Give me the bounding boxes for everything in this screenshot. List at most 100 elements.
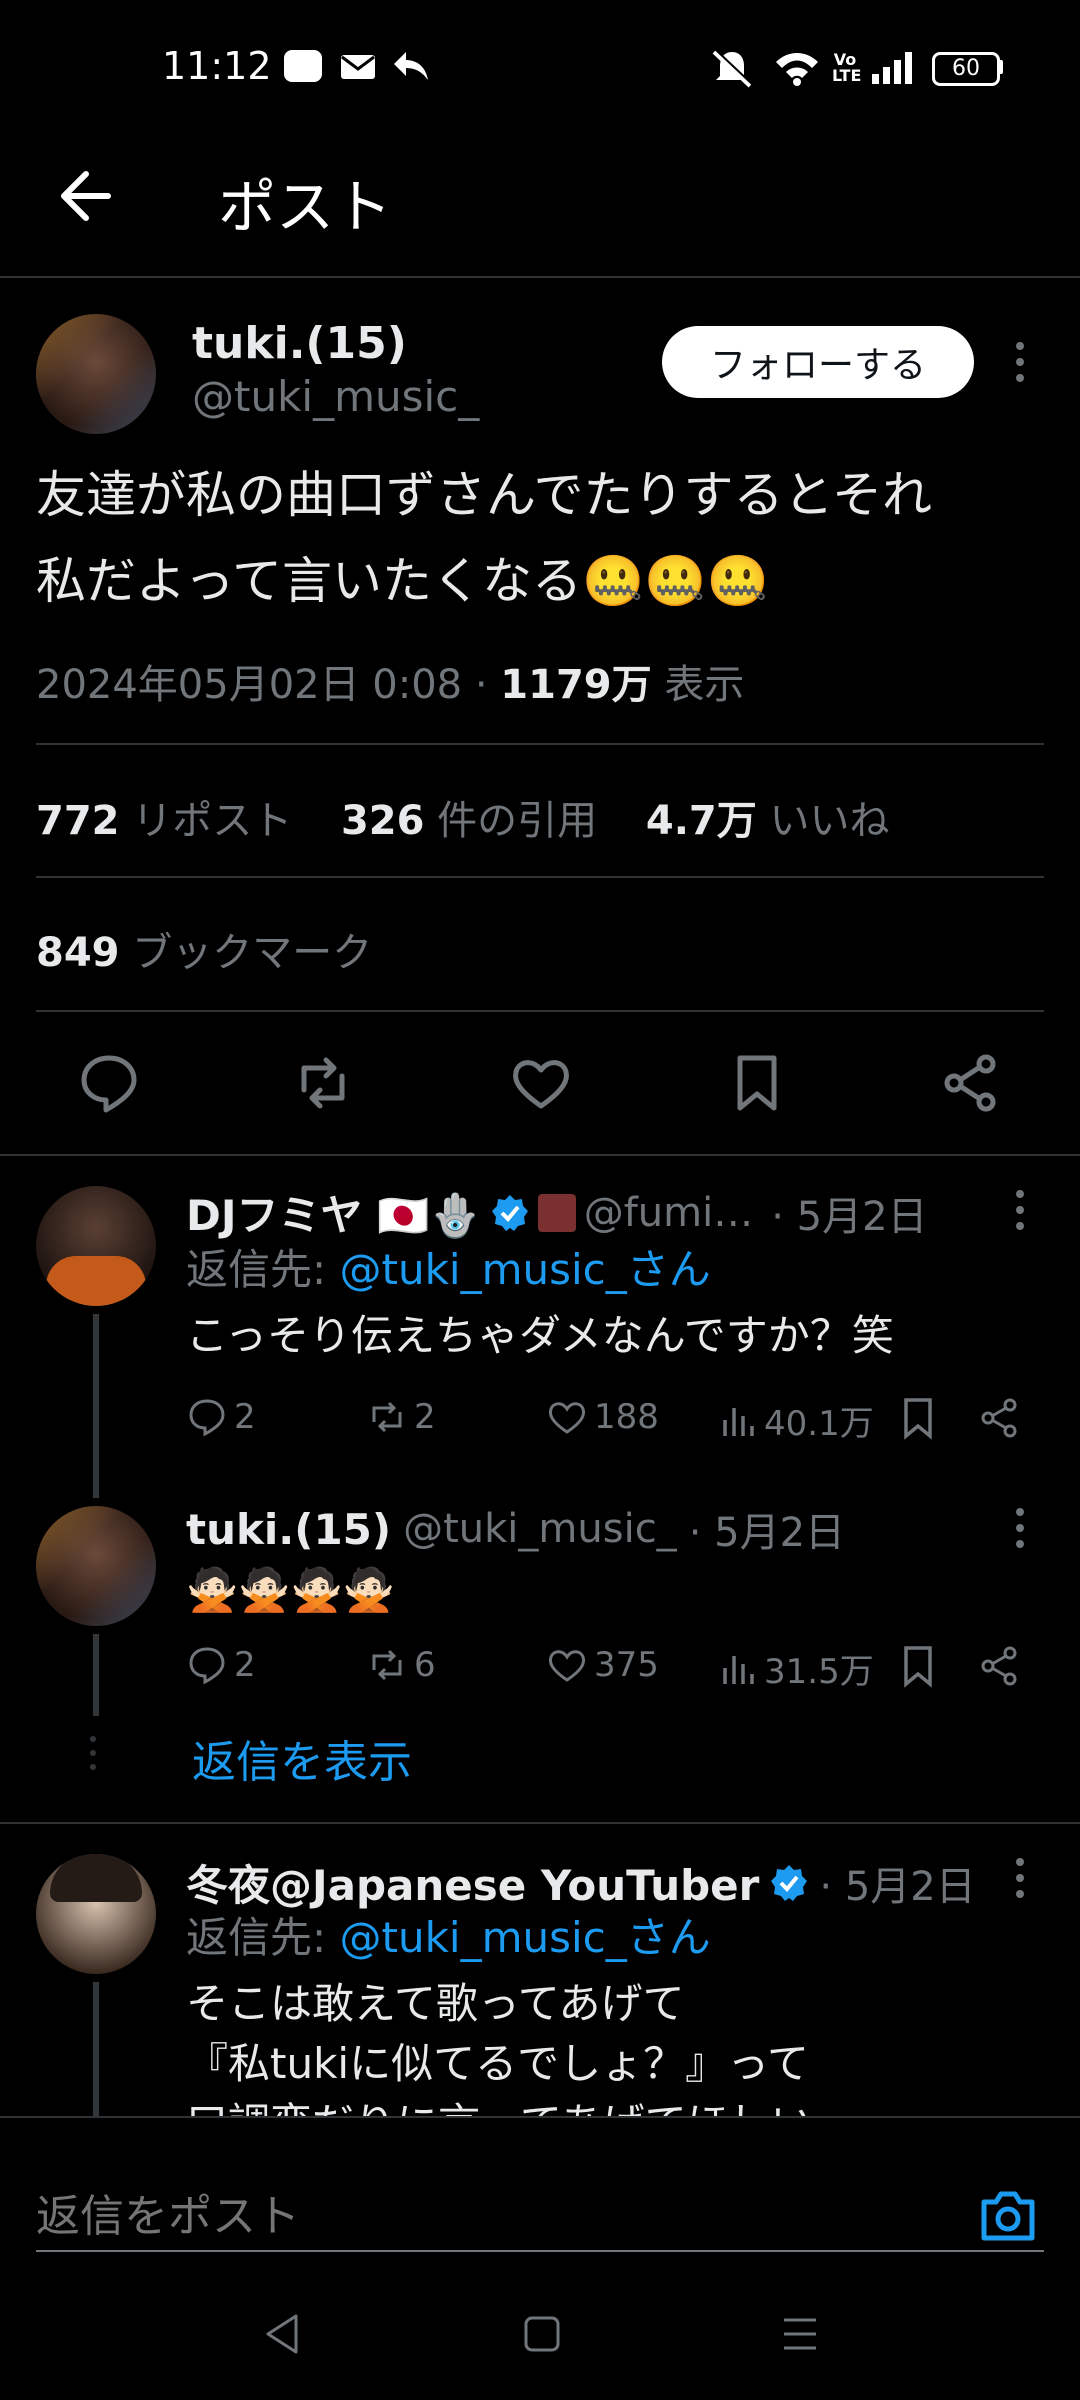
more-options-icon[interactable] — [1010, 340, 1030, 384]
reply-to: 返信先: @tuki_music_さん — [186, 1913, 711, 1962]
bookmark-icon[interactable] — [898, 1644, 938, 1688]
status-bar: 11:12 Vo LTE 60 — [0, 0, 1080, 140]
reply-author-name[interactable]: 冬夜@Japanese YouTuber — [186, 1852, 759, 1913]
divider — [36, 876, 1044, 878]
volte-label: Vo LTE — [832, 50, 862, 85]
nav-home-icon[interactable] — [522, 2314, 562, 2354]
reply-time[interactable]: · 5月2日 — [771, 1184, 927, 1242]
bookmarks-stat[interactable]: 849 ブックマーク — [36, 920, 372, 978]
analytics-icon — [723, 1407, 754, 1436]
like-icon[interactable] — [508, 1050, 574, 1116]
reply-count[interactable]: 2 — [186, 1396, 256, 1438]
reply-time[interactable]: · 5月2日 — [819, 1854, 975, 1912]
reply-avatar[interactable] — [36, 1854, 156, 1974]
share-icon[interactable] — [938, 1050, 1004, 1116]
thread-line — [93, 1634, 99, 1716]
reply-to-link[interactable]: @tuki_music_さん — [340, 1913, 711, 1962]
share-icon[interactable] — [978, 1396, 1022, 1440]
divider — [0, 1822, 1080, 1824]
status-time: 11:12 — [162, 44, 272, 88]
mute-icon — [712, 49, 753, 88]
reply-icon — [189, 1647, 225, 1685]
show-replies-link[interactable]: 返信を表示 — [192, 1726, 412, 1790]
reply-header: 冬夜@Japanese YouTuber · 5月2日 — [186, 1852, 976, 1913]
reply-icon — [189, 1399, 225, 1437]
more-options-icon[interactable] — [1010, 1188, 1030, 1232]
more-options-icon[interactable] — [1010, 1856, 1030, 1900]
post-emoji: 🤐🤐🤐 — [582, 552, 769, 610]
like-icon — [548, 1650, 586, 1682]
reply-avatar[interactable] — [36, 1186, 156, 1306]
reply-input[interactable] — [36, 2186, 936, 2246]
quotes-stat[interactable]: 326 件の引用 — [341, 798, 597, 844]
post-text-line1: 友達が私の曲口ずさんでたりするとそれ — [36, 466, 932, 524]
reply-author-handle[interactable]: @fumi… — [584, 1190, 754, 1236]
mail-icon — [341, 55, 375, 79]
share-icon[interactable] — [978, 1644, 1022, 1688]
page-title: ポスト — [218, 173, 393, 241]
repost-icon — [372, 1649, 402, 1681]
verified-badge-icon — [771, 1864, 808, 1901]
back-arrow-icon[interactable] — [56, 168, 112, 224]
reply-count[interactable]: 2 — [186, 1644, 256, 1686]
nav-menu-icon[interactable] — [780, 2316, 820, 2352]
thread-line — [93, 1314, 99, 1498]
like-icon — [548, 1402, 586, 1434]
author-name[interactable]: tuki.(15) — [192, 318, 407, 369]
divider — [0, 1154, 1080, 1156]
reply-arrow-icon — [394, 52, 428, 80]
reply-author-name[interactable]: DJフミヤ 🇯🇵🪬 — [186, 1182, 482, 1243]
repost-count[interactable]: 2 — [366, 1396, 436, 1438]
verified-badge-icon — [491, 1194, 528, 1231]
likes-stat[interactable]: 4.7万 いいね — [646, 798, 890, 844]
repost-count[interactable]: 6 — [366, 1644, 436, 1686]
reply-to-link[interactable]: @tuki_music_さん — [340, 1245, 711, 1294]
bookmark-icon[interactable] — [898, 1396, 938, 1440]
like-count[interactable]: 375 — [546, 1644, 659, 1686]
view-count[interactable]: 40.1万 — [720, 1396, 874, 1445]
engagement-stats: 772 リポスト 326 件の引用 4.7万 いいね — [36, 788, 889, 846]
post-text: 友達が私の曲口ずさんでたりするとそれ 私だよって言いたくなる🤐🤐🤐 — [36, 452, 1046, 624]
like-count[interactable]: 188 — [546, 1396, 659, 1438]
nav-back-icon[interactable] — [262, 2312, 302, 2356]
post-meta: 2024年05月02日 0:08 · 1179万 表示 — [36, 652, 744, 710]
follow-button[interactable]: フォローする — [662, 326, 974, 398]
post-views-label: 表示 — [651, 662, 745, 708]
thread-dots — [90, 1736, 98, 1770]
reply-text: こっそり伝えちゃダメなんですか？笑 — [186, 1311, 894, 1360]
repost-icon[interactable] — [290, 1050, 356, 1116]
composer-underline — [36, 2250, 1044, 2252]
view-count[interactable]: 31.5万 — [720, 1644, 874, 1693]
reply-avatar[interactable] — [36, 1506, 156, 1626]
divider — [36, 1010, 1044, 1012]
reply-icon[interactable] — [76, 1050, 142, 1116]
post-date[interactable]: 2024年05月02日 0:08 · — [36, 662, 500, 708]
post-views: 1179万 — [500, 662, 652, 708]
camera-icon[interactable] — [978, 2188, 1038, 2244]
reposts-stat[interactable]: 772 リポスト — [36, 798, 292, 844]
reply-text-line2: 『私tukiに似てるでしょ？』って — [186, 2039, 809, 2088]
reply-author-handle[interactable]: @tuki_music_ — [403, 1506, 677, 1552]
more-options-icon[interactable] — [1010, 1506, 1030, 1550]
wifi-icon — [776, 53, 818, 86]
profile-emoji-image — [537, 1193, 576, 1232]
signal-icon — [872, 52, 912, 84]
reply-author-name[interactable]: tuki.(15) — [186, 1505, 391, 1554]
bookmark-icon[interactable] — [724, 1050, 790, 1116]
line-manga-icon — [284, 50, 322, 82]
thread-line — [93, 1982, 99, 2122]
author-handle[interactable]: @tuki_music_ — [192, 372, 479, 421]
repost-icon — [372, 1401, 402, 1433]
reply-text: 🙅🏻🙅🏻🙅🏻🙅🏻 — [186, 1565, 396, 1614]
reply-header: DJフミヤ 🇯🇵🪬 @fumi… · 5月2日 — [186, 1182, 1056, 1243]
reply-header: tuki.(15) @tuki_music_ · 5月2日 — [186, 1500, 845, 1558]
analytics-icon — [723, 1655, 754, 1684]
author-avatar[interactable] — [36, 314, 156, 434]
reply-text-line1: そこは敢えて歌ってあげて — [186, 1979, 685, 2028]
reply-composer — [0, 2116, 1080, 2400]
reply-time[interactable]: · 5月2日 — [689, 1500, 845, 1558]
post-text-line2: 私だよって言いたくなる — [36, 552, 582, 610]
battery-tip — [998, 60, 1003, 74]
reply-to: 返信先: @tuki_music_さん — [186, 1245, 711, 1294]
divider — [36, 743, 1044, 745]
